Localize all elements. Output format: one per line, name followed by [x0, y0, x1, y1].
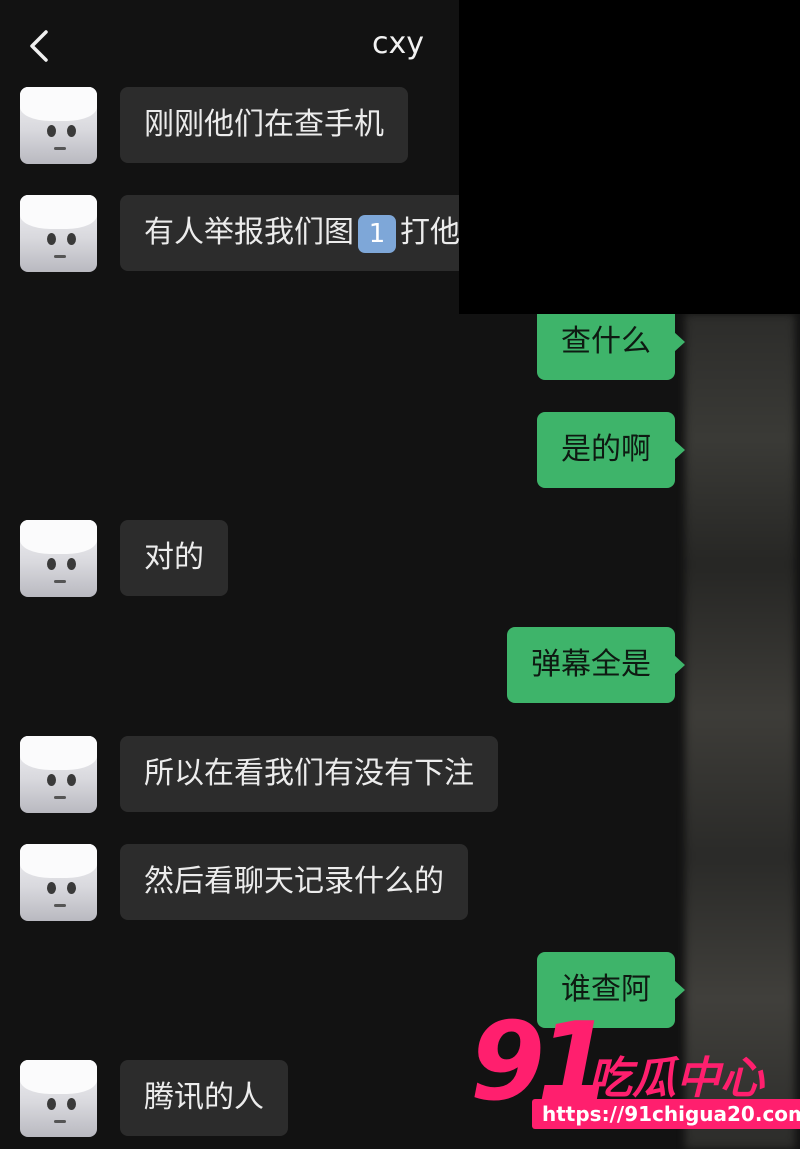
keycap-one-emoji: 1 [358, 214, 396, 253]
avatar[interactable] [20, 844, 97, 921]
message-bubble[interactable]: 所以在看我们有没有下注 [120, 736, 498, 812]
watermark-url: https://91chigua20.com [532, 1099, 800, 1129]
chevron-left-icon[interactable] [26, 28, 56, 64]
message-bubble[interactable]: 弹幕全是 [507, 627, 685, 703]
message-text: 打他 [400, 215, 460, 250]
message-bubble[interactable]: 查什么 [537, 304, 685, 380]
watermark-logo: 91 吃瓜中心 https://91chigua20.com [470, 1000, 800, 1137]
avatar[interactable] [20, 736, 97, 813]
message-bubble[interactable]: 刚刚他们在查手机 [120, 87, 408, 163]
message-bubble[interactable]: 有人举报我们图 1 打他 [120, 195, 484, 271]
avatar[interactable] [20, 87, 97, 164]
avatar[interactable] [20, 520, 97, 597]
avatar[interactable] [20, 1060, 97, 1137]
avatar[interactable] [20, 195, 97, 272]
redaction-block [459, 0, 800, 314]
message-bubble[interactable]: 对的 [120, 520, 228, 596]
message-bubble[interactable]: 是的啊 [537, 412, 685, 488]
chat-title: cxy [372, 26, 425, 61]
message-text: 有人举报我们图 [144, 215, 354, 250]
message-bubble[interactable]: 然后看聊天记录什么的 [120, 844, 468, 920]
watermark-text: 吃瓜中心 [588, 1053, 764, 1104]
message-bubble[interactable]: 腾讯的人 [120, 1060, 288, 1136]
